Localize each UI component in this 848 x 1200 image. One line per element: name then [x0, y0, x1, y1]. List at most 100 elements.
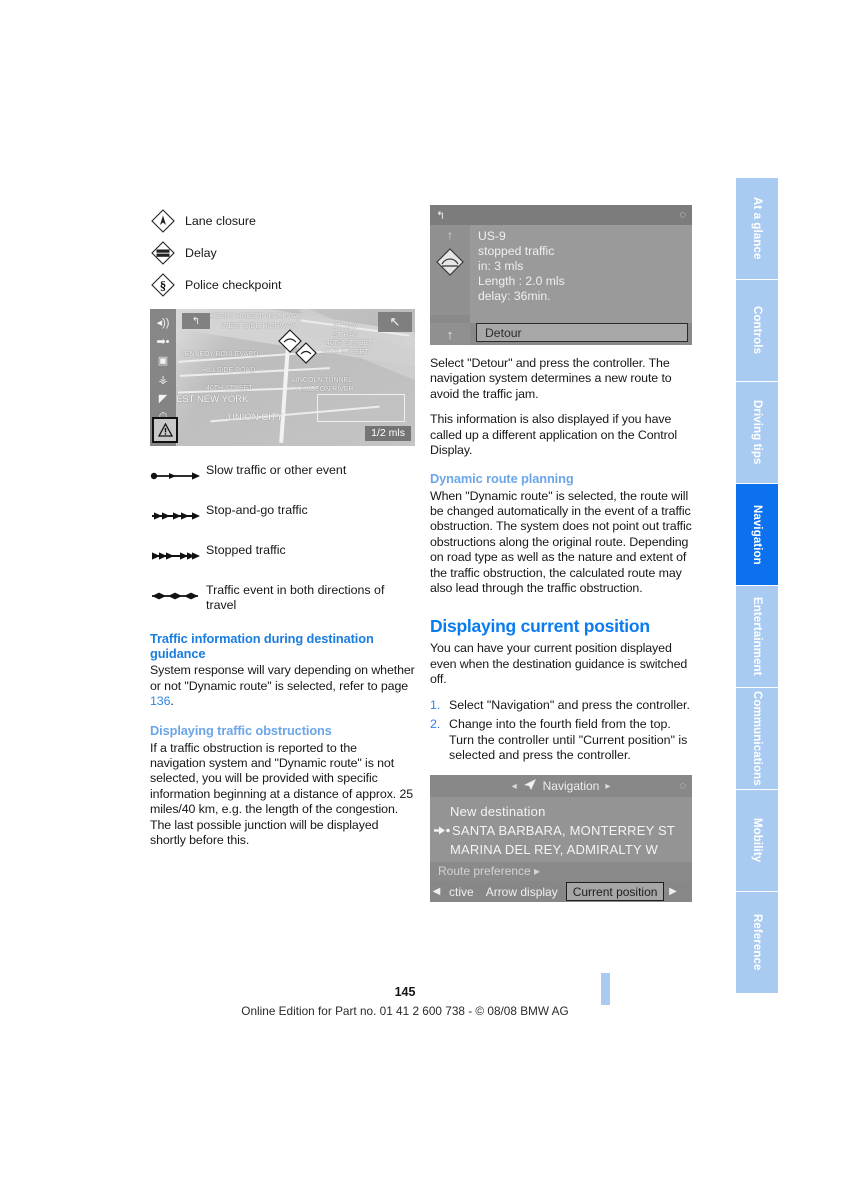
sidebar-item-driving-tips[interactable]: Driving tips [736, 382, 778, 483]
paragraph-text-end: . [170, 694, 174, 709]
map-street-label: 40TH STREET [326, 340, 373, 347]
list-item-destination-1[interactable]: SANTA BARBARA, MONTERREY ST [430, 821, 692, 840]
step-number: 1. [430, 697, 441, 712]
stopped-traffic-diamond-icon [435, 247, 465, 282]
sidebar-item-entertainment[interactable]: Entertainment [736, 586, 778, 687]
left-column: Lane closure Delay § Police checkpoint H… [150, 205, 415, 858]
svg-text:§: § [160, 278, 167, 293]
legend-item-label: Delay [185, 246, 217, 260]
map-city-label: EST NEW YORK [176, 394, 249, 405]
footer-blue-marker [601, 973, 610, 1005]
speaker-volume-icon[interactable]: ◂)) [150, 313, 176, 332]
stopped-traffic-line-icon [150, 543, 206, 566]
paragraph-traffic-information: System response will vary depending on w… [150, 663, 415, 709]
symbol-legend-list: Lane closure Delay § Police checkpoint [150, 205, 415, 301]
sidebar-item-controls[interactable]: Controls [736, 280, 778, 381]
police-checkpoint-diamond-icon: § [150, 272, 184, 298]
map-street-label: / HUDSON RIVER [296, 386, 354, 393]
sidebar-item-navigation[interactable]: Navigation [736, 484, 778, 585]
chevron-right-icon[interactable]: ▸ [599, 781, 616, 792]
traffic-line-label: Traffic event in both directions of trav… [206, 583, 385, 613]
traffic-line-item-slow: Slow traffic or other event [150, 463, 415, 486]
step-number: 2. [430, 717, 441, 732]
paragraph-text: System response will vary depending on w… [150, 663, 415, 693]
tab-current-position[interactable]: Current position [565, 882, 665, 902]
heading-traffic-information: Traffic information during destination g… [150, 630, 374, 662]
heading-displaying-traffic-obstructions: Displaying traffic obstructions [150, 723, 332, 739]
split-screen-icon[interactable]: ▣ [150, 351, 176, 370]
list-item-destination-2[interactable]: MARINA DEL REY, ADMIRALTY W [430, 840, 692, 859]
cd2-title-label: Navigation [542, 779, 600, 794]
steps-list: 1. Select "Navigation" and press the con… [430, 698, 698, 764]
manual-page: Lane closure Delay § Police checkpoint H… [0, 0, 848, 1200]
legend-item-label: Lane closure [185, 214, 256, 228]
cd2-tab-bar: ◀ ctive Arrow display Current position ▶ [430, 881, 692, 903]
traffic-line-item-stop-and-go: Stop-and-go traffic [150, 503, 415, 526]
cd-line-length: Length : 2.0 mls [478, 274, 565, 288]
traffic-line-item-both-directions: Traffic event in both directions of trav… [150, 583, 415, 614]
pedestrian-icon[interactable]: ⚶ [150, 370, 176, 389]
direction-arrow-icon[interactable]: ◤ [150, 389, 176, 408]
scroll-left-arrow-icon[interactable]: ◀ [430, 881, 443, 902]
map-highlight-rect [317, 394, 405, 422]
compass-icon: ◌ [679, 780, 686, 793]
navigation-arrow-icon [523, 778, 537, 794]
map-street-label: 40TH STREET [322, 349, 369, 356]
delay-diamond-icon [150, 240, 184, 266]
list-item-label: SANTA BARBARA, MONTERREY ST [452, 823, 676, 839]
index-tab-strip: At a glance Controls Driving tips Naviga… [736, 178, 778, 994]
traffic-line-legend: Slow traffic or other event Stop-and-go … [150, 463, 415, 614]
destination-arrow-icon [434, 825, 450, 836]
footer-edition-text: Online Edition for Part no. 01 41 2 600 … [241, 1004, 569, 1018]
step-item: 1. Select "Navigation" and press the con… [430, 698, 698, 713]
scroll-right-arrow-icon[interactable]: ▶ [666, 881, 679, 902]
cd2-titlebar: ◂ Navigation ▸ ◌ [430, 775, 692, 798]
page-reference-link[interactable]: 136 [150, 694, 170, 708]
back-arrow-icon[interactable]: ↰ [182, 313, 210, 329]
step-text: Select "Navigation" and press the contro… [449, 697, 690, 712]
map-scale-label: 1/2 mls [365, 426, 411, 441]
paragraph-current-position-intro: You can have your current position displ… [430, 641, 688, 687]
sidebar-item-at-a-glance[interactable]: At a glance [736, 178, 778, 279]
page-number: 145 [394, 985, 416, 999]
paragraph-dynamic-route: When "Dynamic route" is selected, the ro… [430, 488, 692, 596]
cd-titlebar: ↰ ◌ [430, 205, 692, 225]
traffic-warning-triangle-icon[interactable] [152, 417, 178, 443]
detour-button[interactable]: Detour [476, 323, 688, 342]
slow-traffic-line-icon [150, 463, 206, 486]
paragraph-obstructions-2: The last possible junction will be displ… [150, 817, 379, 848]
route-preference-row[interactable]: Route preference ▸ [430, 862, 692, 882]
cd2-destination-list: New destination SANTA BARBARA, MONTERREY… [430, 797, 692, 863]
back-arrow-icon[interactable]: ↰ [436, 209, 445, 222]
step-text: Change into the fourth field from the to… [449, 717, 688, 762]
traffic-line-item-stopped: Stopped traffic [150, 543, 415, 566]
compass-icon: ◌ [679, 209, 686, 221]
map-street-label: HENRY HUDSON PARKWAY [210, 313, 303, 320]
cd-line-road: US-9 [478, 229, 506, 243]
legend-item-police-checkpoint: § Police checkpoint [150, 269, 415, 301]
up-arrow-icon[interactable]: ↑ [447, 228, 453, 242]
expand-arrow-icon[interactable]: ↖ [378, 312, 412, 332]
route-arrow-icon[interactable]: ➡• [150, 332, 176, 351]
tab-active[interactable]: ctive [443, 881, 480, 902]
list-item-new-destination[interactable]: New destination [430, 802, 692, 821]
stop-and-go-traffic-line-icon [150, 503, 206, 526]
chevron-left-icon[interactable]: ◂ [506, 781, 523, 792]
navigation-menu-screenshot: ◂ Navigation ▸ ◌ New destination SANTA B… [430, 775, 692, 903]
sidebar-item-mobility[interactable]: Mobility [736, 790, 778, 891]
sidebar-item-reference[interactable]: Reference [736, 892, 778, 993]
traffic-line-label: Stopped traffic [206, 543, 286, 557]
legend-item-label: Police checkpoint [185, 278, 282, 292]
up-arrow-icon[interactable]: ↑ [430, 323, 470, 345]
cd-line-event: stopped traffic [478, 244, 555, 258]
map-street-label: HILLSIDE ROAD [202, 367, 256, 374]
map-screenshot: HENRY HUDSON PARKWAY WEST SIDE HIGHWAY K… [150, 309, 415, 446]
tab-arrow-display[interactable]: Arrow display [480, 881, 564, 902]
lane-closure-diamond-icon [150, 208, 184, 234]
map-traffic-event-symbols [278, 329, 317, 364]
cd-bottom-row: ↑ Detour [430, 323, 692, 345]
sidebar-item-communications[interactable]: Communications [736, 688, 778, 789]
both-directions-traffic-line-icon [150, 583, 206, 606]
cd-sidebar: ↑ [430, 225, 470, 315]
map-street-label: ST HAV [333, 332, 358, 339]
